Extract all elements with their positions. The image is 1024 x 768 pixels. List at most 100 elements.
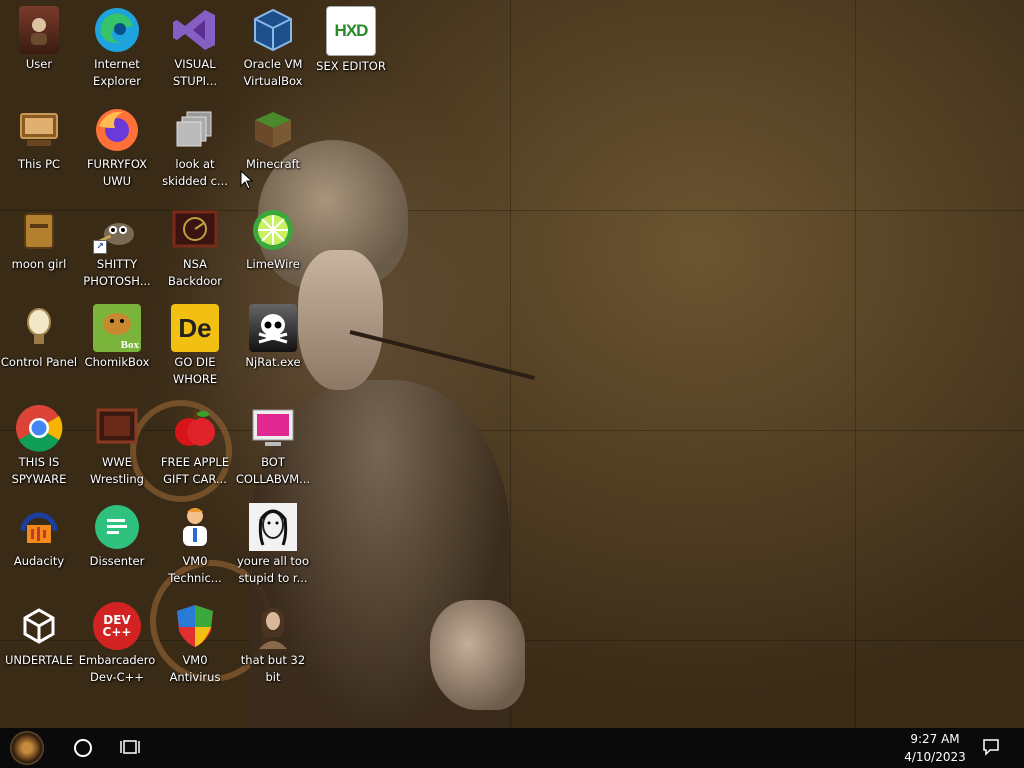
desktop-icon-audacity[interactable]: Audacity	[0, 503, 78, 570]
desktop-icon-limewire[interactable]: LimeWire	[234, 206, 312, 273]
desktop-icon-label: look at skidded c...	[162, 157, 228, 188]
visual-studio-icon	[171, 6, 219, 54]
portrait-sketch-icon	[249, 503, 297, 551]
taskbar: 9:27 AM 4/10/2023	[0, 728, 1024, 768]
desktop-icon-youre-all-too-stupid[interactable]: youre all too stupid to r...	[234, 503, 312, 587]
desktop-icon-go-die[interactable]: De GO DIE WHORE	[156, 304, 234, 388]
desktop-icon-label: This PC	[17, 157, 61, 171]
shortcut-arrow-icon: ↗	[93, 240, 107, 254]
folder-icon	[15, 206, 63, 254]
desktop-icon-chomikbox[interactable]: Box ChomikBox	[78, 304, 156, 371]
computer-icon	[15, 106, 63, 154]
edge-browser-icon	[93, 6, 141, 54]
gimp-icon: ↗	[93, 206, 141, 254]
desktop-icon-dissenter[interactable]: Dissenter	[78, 503, 156, 570]
desktop-icon-label: WWE Wrestling	[90, 455, 144, 486]
desktop-icon-user[interactable]: User	[0, 6, 78, 73]
tv-monitor-icon	[93, 404, 141, 452]
technician-person-icon	[171, 503, 219, 551]
desktop-icon-njrat[interactable]: NjRat.exe	[234, 304, 312, 371]
unity-icon	[15, 602, 63, 650]
chomikbox-icon-text: Box	[120, 339, 139, 351]
action-center-icon[interactable]	[982, 738, 1000, 756]
desktop-icon-label: SEX EDITOR	[316, 59, 386, 73]
desktop-icon-vm0-technician[interactable]: VM0 Technic...	[156, 503, 234, 587]
lightbulb-icon	[15, 304, 63, 352]
de-icon: De	[171, 304, 219, 352]
minecraft-grass-block-icon	[249, 106, 297, 154]
audacity-icon	[15, 503, 63, 551]
chomikbox-icon: Box	[93, 304, 141, 352]
desktop-icon-label: VM0 Technic...	[168, 554, 222, 585]
desktop-icon-label: VM0 Antivirus	[169, 653, 221, 684]
desktop-icon-nsa-backdoor[interactable]: NSA Backdoor	[156, 206, 234, 290]
desktop-icon-label: BOT COLLABVM...	[235, 455, 311, 486]
desktop-icon-label: that but 32 bit	[240, 653, 306, 684]
clock-time: 9:27 AM	[910, 732, 960, 746]
desktop-icon-internet-explorer[interactable]: Internet Explorer	[78, 6, 156, 90]
desktop-icon-this-is-spyware[interactable]: THIS IS SPYWARE	[0, 404, 78, 488]
cortana-circle-icon[interactable]	[74, 739, 92, 757]
desktop-icon-undertale[interactable]: UNDERTALE	[0, 602, 78, 669]
chat-bubble-icon	[93, 503, 141, 551]
desktop-icon-moon-girl[interactable]: moon girl	[0, 206, 78, 273]
desktop-icon-this-pc[interactable]: This PC	[0, 106, 78, 173]
copies-icon	[171, 106, 219, 154]
desktop-icon-label: User	[25, 57, 53, 71]
security-shield-icon	[171, 602, 219, 650]
desktop-icon-that-but-32-bit[interactable]: that but 32 bit	[234, 602, 312, 686]
devcpp-icon: DEV C++	[93, 602, 141, 650]
system-clock[interactable]: 9:27 AM 4/10/2023	[890, 730, 980, 766]
desktop-icon-sex-editor[interactable]: HXD SEX EDITOR	[312, 6, 390, 75]
desktop-icon-embarcadero-dev-cpp[interactable]: DEV C++ Embarcadero Dev-C++	[78, 602, 156, 686]
desktop-icon-free-apple-gift-card[interactable]: FREE APPLE GIFT CAR...	[156, 404, 234, 488]
desktop-icon-look-at-skidded[interactable]: look at skidded c...	[156, 106, 234, 190]
radar-screen-icon	[171, 206, 219, 254]
desktop-icon-label: FURRYFOX UWU	[86, 157, 148, 188]
desktop-icon-label: Control Panel	[0, 355, 78, 369]
skull-icon	[249, 304, 297, 352]
user-folder-icon	[19, 6, 59, 54]
desktop-icon-minecraft[interactable]: Minecraft	[234, 106, 312, 173]
desktop-icon-label: THIS IS SPYWARE	[11, 455, 67, 486]
virtualbox-icon	[249, 6, 297, 54]
start-button[interactable]	[10, 731, 44, 765]
devcpp-icon-text: DEV C++	[102, 613, 132, 639]
desktop-icon-label: Audacity	[13, 554, 65, 568]
desktop-icon-shitty-photoshop[interactable]: ↗ SHITTY PHOTOSH...	[78, 206, 156, 290]
limewire-icon	[249, 206, 297, 254]
desktop-icon-label: youre all too stupid to r...	[236, 554, 309, 585]
desktop-icon-label: Embarcadero Dev-C++	[78, 653, 156, 684]
desktop-icon-label: Oracle VM VirtualBox	[243, 57, 303, 88]
desktop-icon-label: moon girl	[11, 257, 67, 271]
chrome-icon	[15, 404, 63, 452]
desktop-icon-visual-studio[interactable]: VISUAL STUPI...	[156, 6, 234, 90]
clock-date: 4/10/2023	[904, 750, 966, 764]
firefox-icon	[93, 106, 141, 154]
hxd-icon-text: HXD	[334, 21, 369, 40]
portrait-painting-icon	[249, 602, 297, 650]
red-apple-icon	[171, 404, 219, 452]
hxd-editor-icon: HXD	[326, 6, 376, 56]
desktop-icon-bot-collabvm[interactable]: BOT COLLABVM...	[234, 404, 312, 488]
desktop-icon-label: SHITTY PHOTOSH...	[83, 257, 151, 288]
desktop-icon-control-panel[interactable]: Control Panel	[0, 304, 78, 371]
desktop-icon-furryfox[interactable]: FURRYFOX UWU	[78, 106, 156, 190]
desktop-icon-wwe-wrestling[interactable]: WWE Wrestling	[78, 404, 156, 488]
monitor-pink-icon	[249, 404, 297, 452]
desktop-icon-label: LimeWire	[246, 257, 300, 271]
desktop-icon-label: ChomikBox	[84, 355, 150, 369]
desktop-icon-label: VISUAL STUPI...	[172, 57, 218, 88]
desktop-icon-label: Dissenter	[89, 554, 145, 568]
desktop-icon-label: NjRat.exe	[245, 355, 301, 369]
desktop-icon-label: FREE APPLE GIFT CAR...	[160, 455, 230, 486]
desktop-icon-label: NSA Backdoor	[167, 257, 223, 288]
desktop-icon-vm0-antivirus[interactable]: VM0 Antivirus	[156, 602, 234, 686]
mouse-cursor-icon	[240, 169, 254, 194]
task-view-icon[interactable]	[120, 738, 140, 756]
desktop-icon-label: UNDERTALE	[5, 653, 73, 667]
desktop-icon-label: GO DIE WHORE	[172, 355, 218, 386]
desktop-icon-label: Internet Explorer	[93, 57, 141, 88]
desktop-icon-oracle-vm-virtualbox[interactable]: Oracle VM VirtualBox	[234, 6, 312, 90]
de-icon-text: De	[178, 312, 212, 343]
